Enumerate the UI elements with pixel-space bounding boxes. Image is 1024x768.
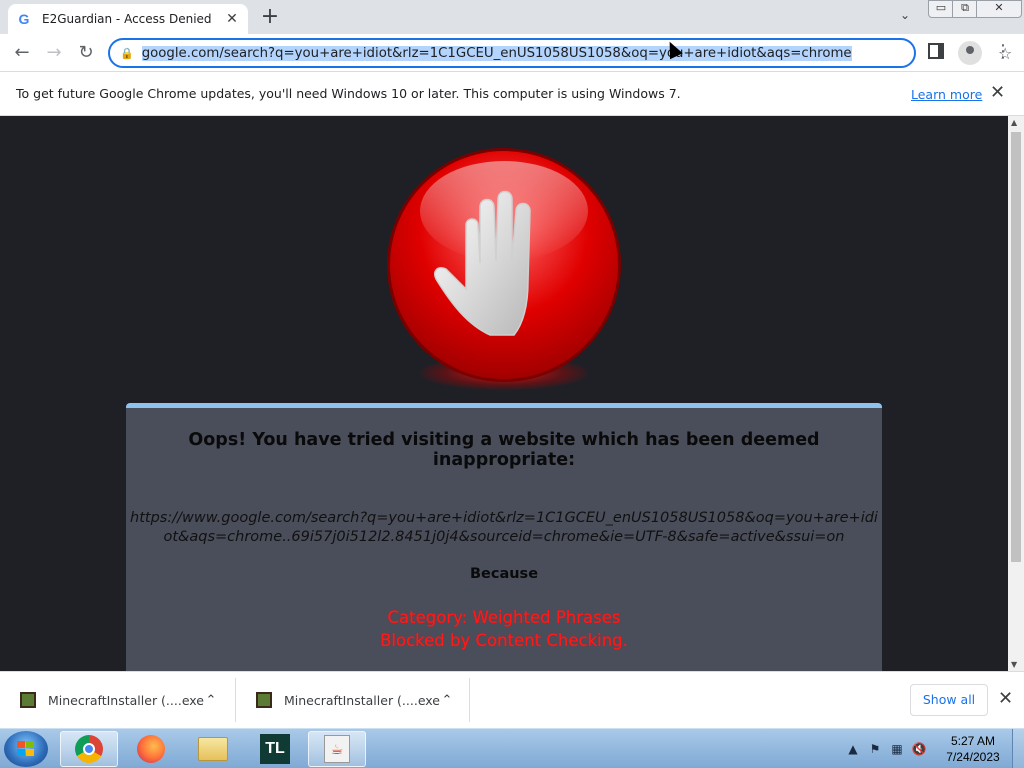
java-icon: ☕ — [324, 735, 350, 763]
google-favicon-icon: G — [18, 11, 30, 27]
scroll-down-icon[interactable]: ▼ — [1011, 660, 1017, 669]
page-content: Oops! You have tried visiting a website … — [0, 116, 1008, 671]
tab-title: E2Guardian - Access Denied — [42, 12, 212, 26]
address-bar[interactable]: 🔒 google.com/search?q=you+are+idiot&rlz=… — [108, 38, 1012, 68]
folder-icon — [198, 737, 228, 761]
downloads-close-icon[interactable]: ✕ — [998, 688, 1013, 709]
download-filename: MinecraftInstaller (....exe — [284, 692, 440, 708]
back-icon[interactable]: ← — [10, 41, 34, 65]
scrollbar-thumb[interactable] — [1011, 132, 1021, 562]
browser-toolbar: ← → ↻ 🔒 google.com/search?q=you+are+idio… — [0, 34, 1024, 72]
clock-date: 7/24/2023 — [946, 750, 1000, 764]
downloads-bar: MinecraftInstaller (....exe ⌃ MinecraftI… — [0, 671, 1024, 728]
tl-icon: TL — [260, 734, 290, 764]
network-icon[interactable]: ▦ — [886, 742, 908, 756]
show-desktop-button[interactable] — [1012, 729, 1024, 768]
tab-close-icon[interactable]: ✕ — [224, 11, 240, 27]
infobar-message: To get future Google Chrome updates, you… — [16, 86, 681, 101]
forward-icon[interactable]: → — [42, 41, 66, 65]
lock-icon[interactable]: 🔒 — [120, 47, 134, 60]
chevron-up-icon[interactable]: ⌃ — [196, 693, 226, 708]
infobar-close-icon[interactable]: ✕ — [990, 82, 1005, 103]
download-item[interactable]: MinecraftInstaller (....exe ⌃ — [0, 678, 236, 722]
start-button[interactable] — [4, 731, 48, 767]
update-infobar: To get future Google Chrome updates, you… — [0, 72, 1024, 116]
tray-expand-icon[interactable]: ▲ — [842, 742, 864, 756]
minecraft-file-icon — [20, 692, 36, 708]
chevron-up-icon[interactable]: ⌃ — [432, 693, 462, 708]
tab-strip: G E2Guardian - Access Denied ✕ + ⌄ ▭ ⧉ ✕ — [0, 0, 1024, 34]
menu-kebab-icon[interactable]: ⋮ — [994, 41, 1012, 62]
windows-taskbar: TL ☕ ▲ ⚑ ▦ 🔇 5:27 AM 7/24/2023 — [0, 728, 1024, 768]
taskbar-clock[interactable]: 5:27 AM 7/24/2023 — [940, 733, 1006, 765]
action-center-flag-icon[interactable]: ⚑ — [864, 742, 886, 756]
denied-headline: Oops! You have tried visiting a website … — [188, 430, 820, 470]
chrome-icon — [75, 735, 103, 763]
block-method: Blocked by Content Checking. — [380, 631, 628, 650]
system-tray: ▲ ⚑ ▦ 🔇 — [842, 729, 930, 768]
tab-search-icon[interactable]: ⌄ — [896, 8, 914, 26]
minecraft-file-icon — [256, 692, 272, 708]
stop-hand-icon — [390, 151, 618, 379]
new-tab-button[interactable]: + — [258, 6, 282, 30]
download-item[interactable]: MinecraftInstaller (....exe ⌃ — [236, 678, 470, 722]
tab-e2guardian[interactable]: G E2Guardian - Access Denied ✕ — [8, 4, 248, 34]
close-window-button[interactable]: ✕ — [976, 0, 1022, 18]
side-panel-icon[interactable] — [928, 43, 944, 59]
block-category: Category: Weighted Phrases — [387, 608, 621, 627]
page-scrollbar[interactable]: ▲ ▼ — [1008, 116, 1024, 671]
hand-icon — [434, 190, 531, 336]
scroll-up-icon[interactable]: ▲ — [1011, 118, 1017, 127]
taskbar-chrome[interactable] — [60, 731, 118, 767]
minimize-button[interactable]: ▭ — [928, 0, 954, 18]
reload-icon[interactable]: ↻ — [74, 41, 98, 65]
profile-avatar-icon[interactable] — [958, 41, 982, 65]
restore-button[interactable]: ⧉ — [952, 0, 978, 18]
clock-time: 5:27 AM — [950, 734, 996, 748]
show-all-button[interactable]: Show all — [910, 684, 988, 716]
taskbar-firefox[interactable] — [122, 731, 180, 767]
url-text[interactable]: google.com/search?q=you+are+idiot&rlz=1C… — [141, 45, 852, 61]
url-selection: google.com/search?q=you+are+idiot&rlz=1C… — [141, 45, 852, 61]
volume-muted-icon[interactable]: 🔇 — [908, 742, 930, 756]
access-denied-panel: Oops! You have tried visiting a website … — [126, 403, 882, 671]
learn-more-link[interactable]: Learn more — [911, 87, 982, 102]
download-filename: MinecraftInstaller (....exe — [48, 692, 204, 708]
blocked-url: https://www.google.com/search?q=you+are+… — [130, 510, 878, 545]
windows-logo-icon — [17, 741, 35, 757]
taskbar-java[interactable]: ☕ — [308, 731, 366, 767]
firefox-icon — [137, 735, 165, 763]
taskbar-tlauncher[interactable]: TL — [246, 731, 304, 767]
because-label: Because — [469, 566, 539, 582]
taskbar-explorer[interactable] — [184, 731, 242, 767]
block-reason: Category: Weighted Phrases Blocked by Co… — [126, 606, 882, 652]
